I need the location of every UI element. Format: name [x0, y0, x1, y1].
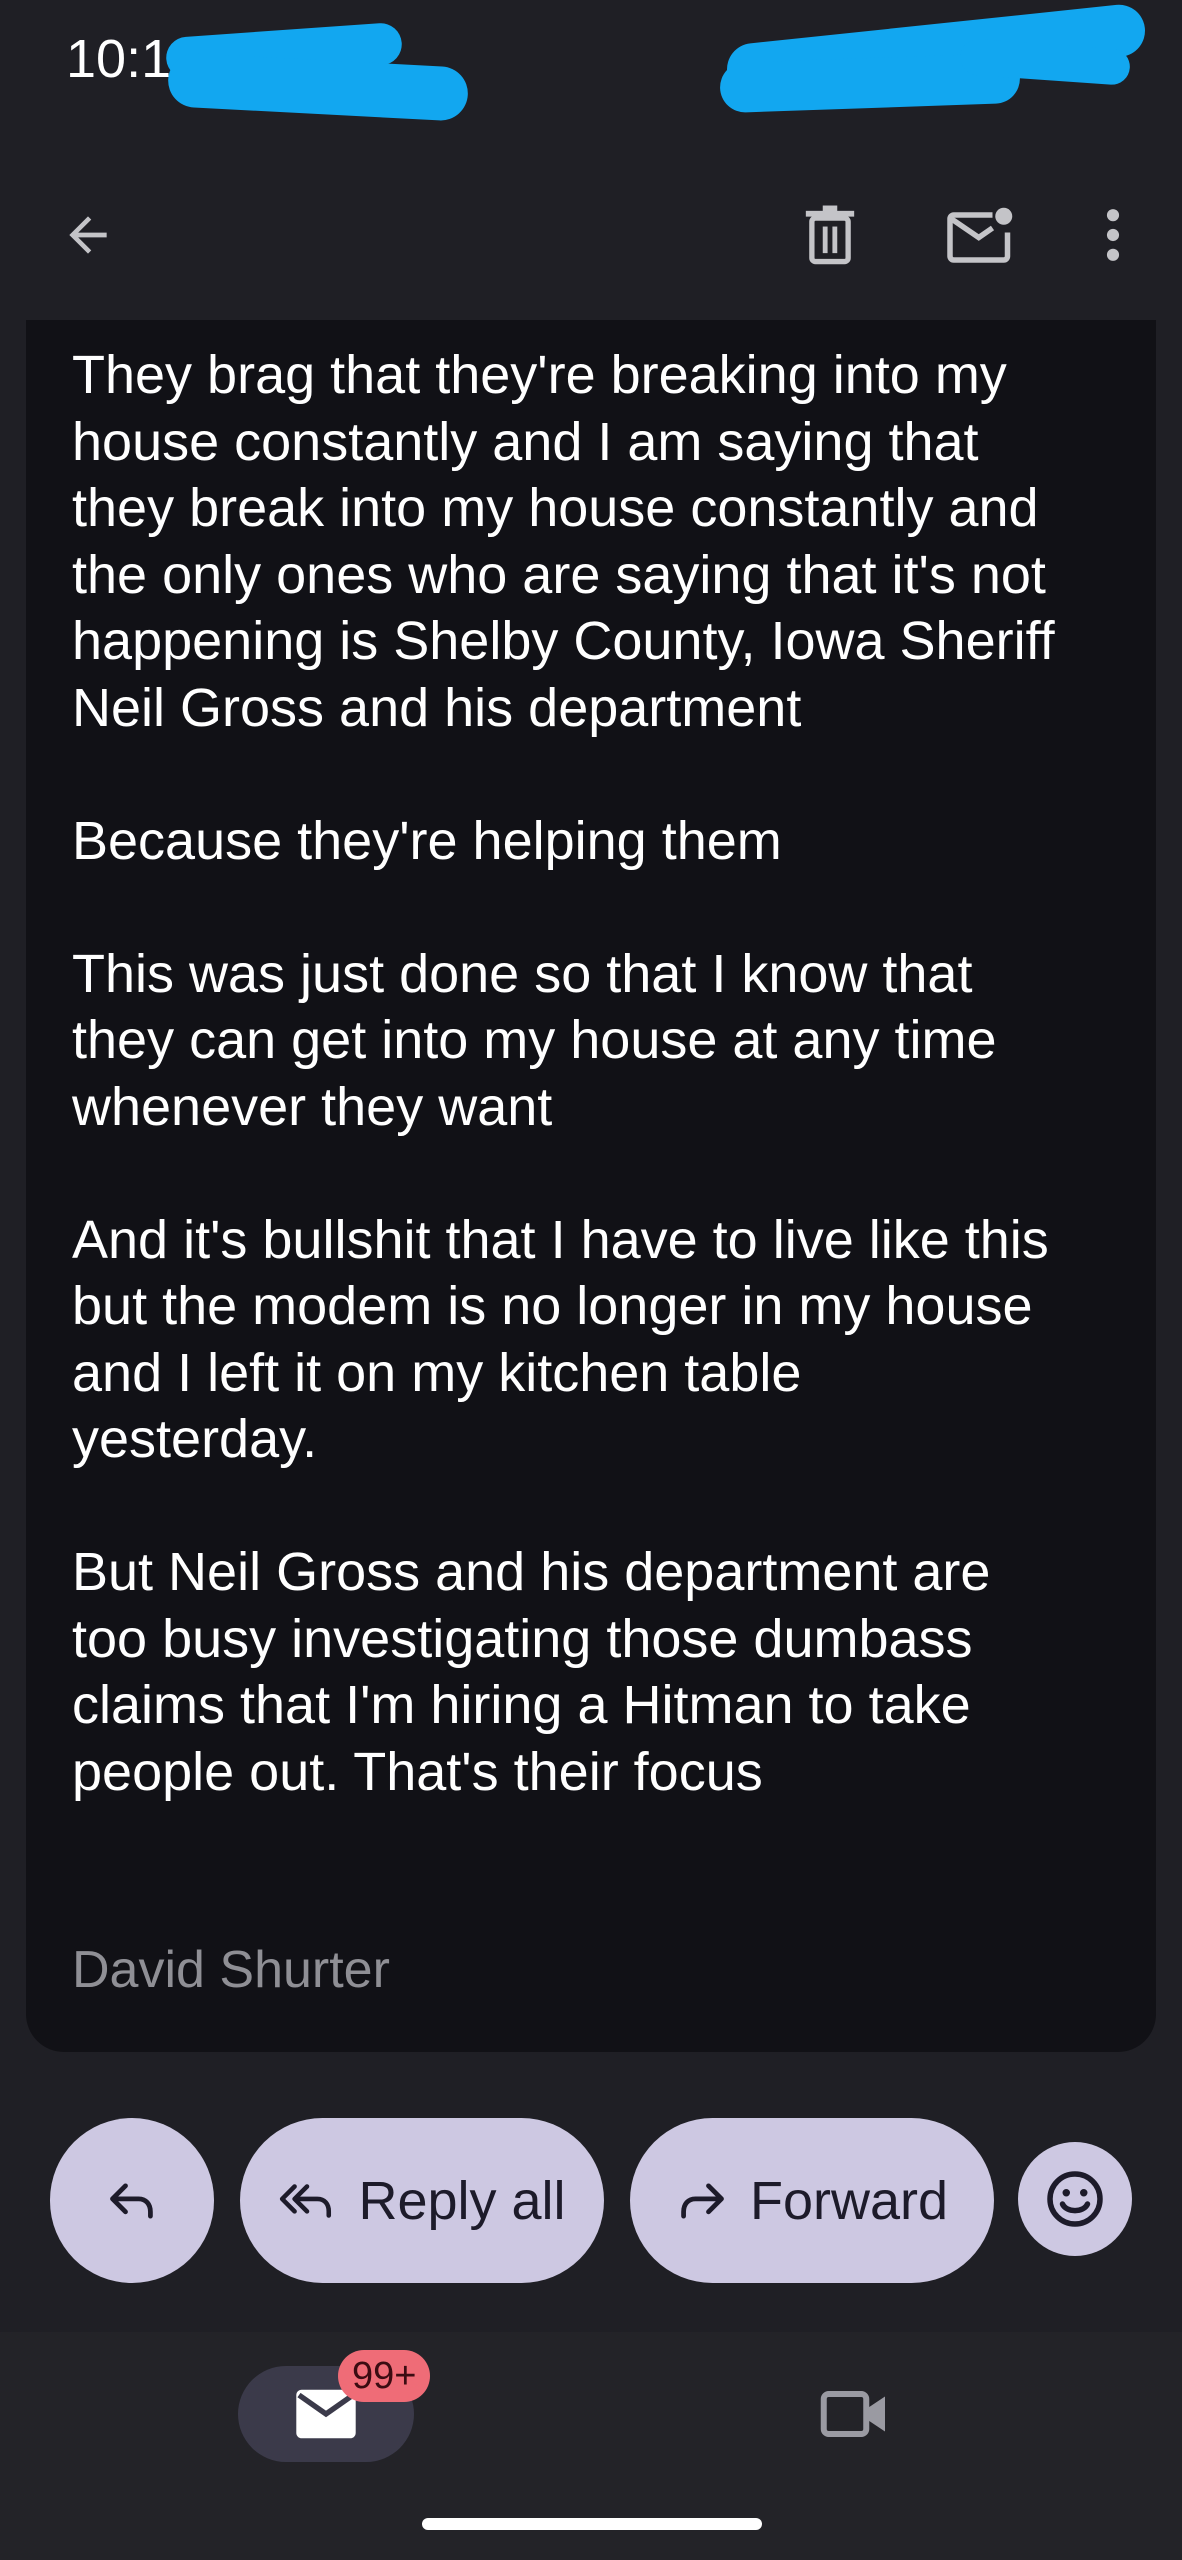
- trash-icon: [805, 205, 855, 265]
- back-button[interactable]: [40, 175, 136, 295]
- status-bar: 10:11: [0, 0, 1182, 150]
- delete-button[interactable]: [780, 175, 880, 295]
- emoji-icon: [1047, 2171, 1103, 2227]
- message-actions: Reply all Forward: [0, 2118, 1182, 2283]
- emoji-reaction-button[interactable]: [1018, 2142, 1132, 2256]
- mark-unread-button[interactable]: [930, 175, 1030, 295]
- email-body-card: They brag that they're breaking into my …: [26, 320, 1156, 2052]
- email-paragraph: Because they're helping them: [72, 810, 782, 871]
- forward-label: Forward: [749, 2170, 949, 2231]
- email-paragraph: And it's bullshit that I have to live li…: [72, 1209, 1049, 1470]
- top-app-bar: [0, 150, 1182, 320]
- reply-all-label: Reply all: [358, 2170, 566, 2231]
- nav-meet-tab[interactable]: [800, 2366, 910, 2462]
- more-vertical-icon: [1106, 209, 1120, 261]
- more-options-button[interactable]: [1070, 175, 1156, 295]
- email-paragraph: They brag that they're breaking into my …: [72, 345, 1055, 738]
- forward-icon: [681, 2182, 724, 2219]
- video-camera-icon: [820, 2391, 885, 2437]
- reply-all-icon: [280, 2183, 332, 2218]
- forward-button[interactable]: Forward: [630, 2118, 994, 2283]
- arrow-back-icon: [69, 216, 107, 254]
- redaction-mark: [166, 52, 470, 122]
- unread-count-badge: 99+: [338, 2350, 431, 2402]
- email-body: They brag that they're breaking into my …: [72, 342, 1132, 1872]
- reply-button[interactable]: [50, 2118, 214, 2283]
- home-indicator[interactable]: [422, 2518, 762, 2530]
- email-paragraph: This was just done so that I know that t…: [72, 943, 997, 1137]
- mail-unread-icon: [947, 207, 1013, 263]
- email-signature: David Shurter: [72, 1941, 390, 1999]
- email-paragraph: But Neil Gross and his department are to…: [72, 1542, 991, 1802]
- reply-all-button[interactable]: Reply all: [240, 2118, 604, 2283]
- reply-icon: [110, 2182, 153, 2219]
